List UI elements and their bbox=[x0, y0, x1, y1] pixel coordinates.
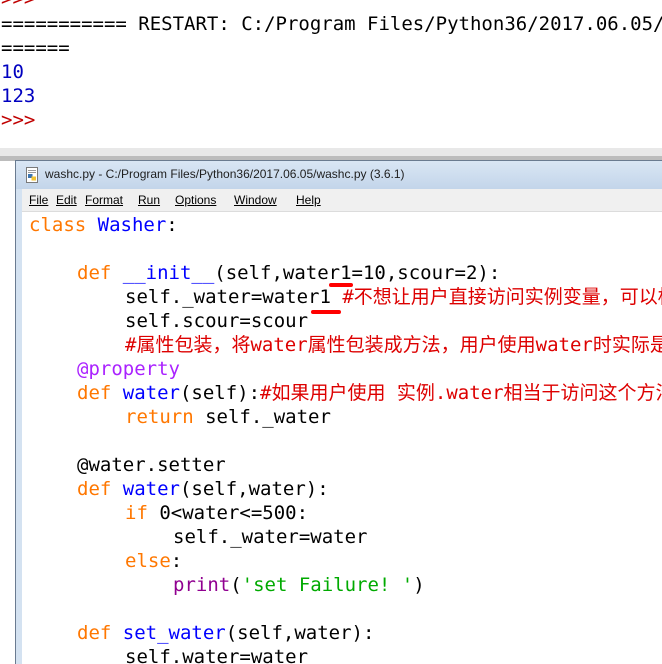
menu-edit[interactable]: Edit bbox=[56, 193, 77, 207]
code-text: self._water bbox=[193, 406, 331, 428]
window-title: washc.py - C:/Program Files/Python36/201… bbox=[45, 167, 405, 181]
code-line: return self._water bbox=[125, 405, 331, 429]
code-line: @property bbox=[77, 357, 180, 381]
code-keyword: if bbox=[125, 502, 148, 524]
annotation-mark bbox=[311, 310, 341, 314]
code-decorator: @property bbox=[77, 358, 180, 380]
python-file-icon[interactable] bbox=[24, 167, 40, 183]
code-line: @water.setter bbox=[77, 453, 226, 477]
code-line: def set_water(self,water): bbox=[77, 621, 374, 645]
shell-prompt: >>> bbox=[1, 0, 35, 11]
code-editor[interactable]: class Washer: def __init__(self,water1=1… bbox=[22, 212, 662, 664]
menu-file[interactable]: File bbox=[29, 193, 48, 207]
code-text: ( bbox=[230, 574, 242, 596]
shell-bottom-edge bbox=[0, 148, 662, 156]
code-string: 'set Failure! ' bbox=[241, 574, 414, 596]
menu-run[interactable]: Run bbox=[138, 193, 160, 207]
annotation-mark bbox=[329, 283, 353, 287]
code-line: self._water=water1 #不想让用户直接访问实例变量，可以标记成私… bbox=[125, 285, 662, 309]
code-text: self._water=water bbox=[173, 526, 368, 548]
shell-prompt[interactable]: >>> bbox=[1, 108, 35, 132]
code-text: self._water=water1 bbox=[125, 286, 343, 308]
shell-output-line: 123 bbox=[1, 85, 36, 107]
code-text: self.scour=scour bbox=[125, 310, 309, 332]
code-function-name: water bbox=[122, 382, 180, 404]
code-function-name: water bbox=[122, 478, 180, 500]
code-line: def water(self):#如果用户使用 实例.water相当于访问这个方… bbox=[77, 381, 662, 405]
code-line: self.scour=scour bbox=[125, 309, 308, 333]
menu-format-label: Format bbox=[85, 193, 124, 207]
menu-window-label: Window bbox=[234, 193, 277, 207]
menu-file-label: File bbox=[29, 193, 49, 207]
code-keyword: def bbox=[77, 382, 123, 404]
shell-restart-line: =========== RESTART: C:/Program Files/Py… bbox=[1, 13, 662, 35]
code-comment: #如果用户使用 实例.water相当于访问这个方法，而不是真的访问属性 bbox=[260, 382, 662, 404]
code-text: (self,water): bbox=[179, 478, 329, 500]
code-builtin: print bbox=[173, 574, 231, 596]
code-text: (self): bbox=[179, 382, 261, 404]
code-function-name: set_water bbox=[122, 622, 226, 644]
code-text: 0<water<=500: bbox=[147, 502, 309, 524]
menu-options-label: Options bbox=[175, 193, 217, 207]
shell-output-line: 10 bbox=[1, 61, 24, 83]
code-keyword: def bbox=[77, 622, 123, 644]
menu-edit-label: Edit bbox=[56, 193, 77, 207]
python-shell-output: >>> =========== RESTART: C:/Program File… bbox=[0, 0, 662, 160]
code-comment: #属性包装，将water属性包装成方法，用户使用water时实际是访问的方法 bbox=[125, 334, 662, 356]
code-keyword: def bbox=[77, 262, 123, 284]
menu-help-label: Help bbox=[296, 193, 321, 207]
code-text: self.water=water bbox=[125, 646, 309, 664]
code-function-name: __init__ bbox=[122, 262, 215, 284]
menu-options[interactable]: Options bbox=[175, 193, 216, 207]
code-line: def __init__(self,water1=10,scour=2): bbox=[77, 261, 500, 285]
menu-help[interactable]: Help bbox=[296, 193, 321, 207]
code-keyword: return bbox=[125, 406, 194, 428]
menu-bar: File Edit Format Run Options Window Help bbox=[22, 189, 662, 212]
code-line: self.water=water bbox=[125, 645, 308, 664]
code-text: : bbox=[170, 550, 183, 572]
code-line: self._water=water bbox=[173, 525, 367, 549]
editor-title-bar[interactable]: washc.py - C:/Program Files/Python36/201… bbox=[16, 161, 662, 189]
shell-restart-line-wrap: ====== bbox=[1, 37, 70, 59]
code-line: else: bbox=[125, 549, 182, 573]
code-text: : bbox=[166, 214, 178, 236]
code-keyword: class bbox=[29, 214, 98, 236]
menu-window[interactable]: Window bbox=[234, 193, 277, 207]
code-line: def water(self,water): bbox=[77, 477, 329, 501]
code-decorator: @water.setter bbox=[77, 454, 226, 476]
code-text: (self,water1=10,scour=2): bbox=[214, 262, 501, 284]
code-text: ) bbox=[413, 574, 425, 596]
code-line: if 0<water<=500: bbox=[125, 501, 308, 525]
editor-window[interactable]: washc.py - C:/Program Files/Python36/201… bbox=[15, 160, 662, 664]
code-keyword: else bbox=[125, 550, 171, 572]
code-line: print('set Failure! ') bbox=[173, 573, 425, 597]
code-keyword: def bbox=[77, 478, 123, 500]
code-class-name: Washer bbox=[97, 214, 167, 236]
code-text: (self,water): bbox=[225, 622, 375, 644]
code-comment: #不想让用户直接访问实例变量，可以标记成私有 bbox=[342, 286, 662, 308]
code-line: #属性包装，将water属性包装成方法，用户使用water时实际是访问的方法 bbox=[125, 333, 662, 357]
code-line: class Washer: bbox=[29, 213, 178, 237]
menu-format[interactable]: Format bbox=[85, 193, 123, 207]
menu-run-label: Run bbox=[138, 193, 161, 207]
